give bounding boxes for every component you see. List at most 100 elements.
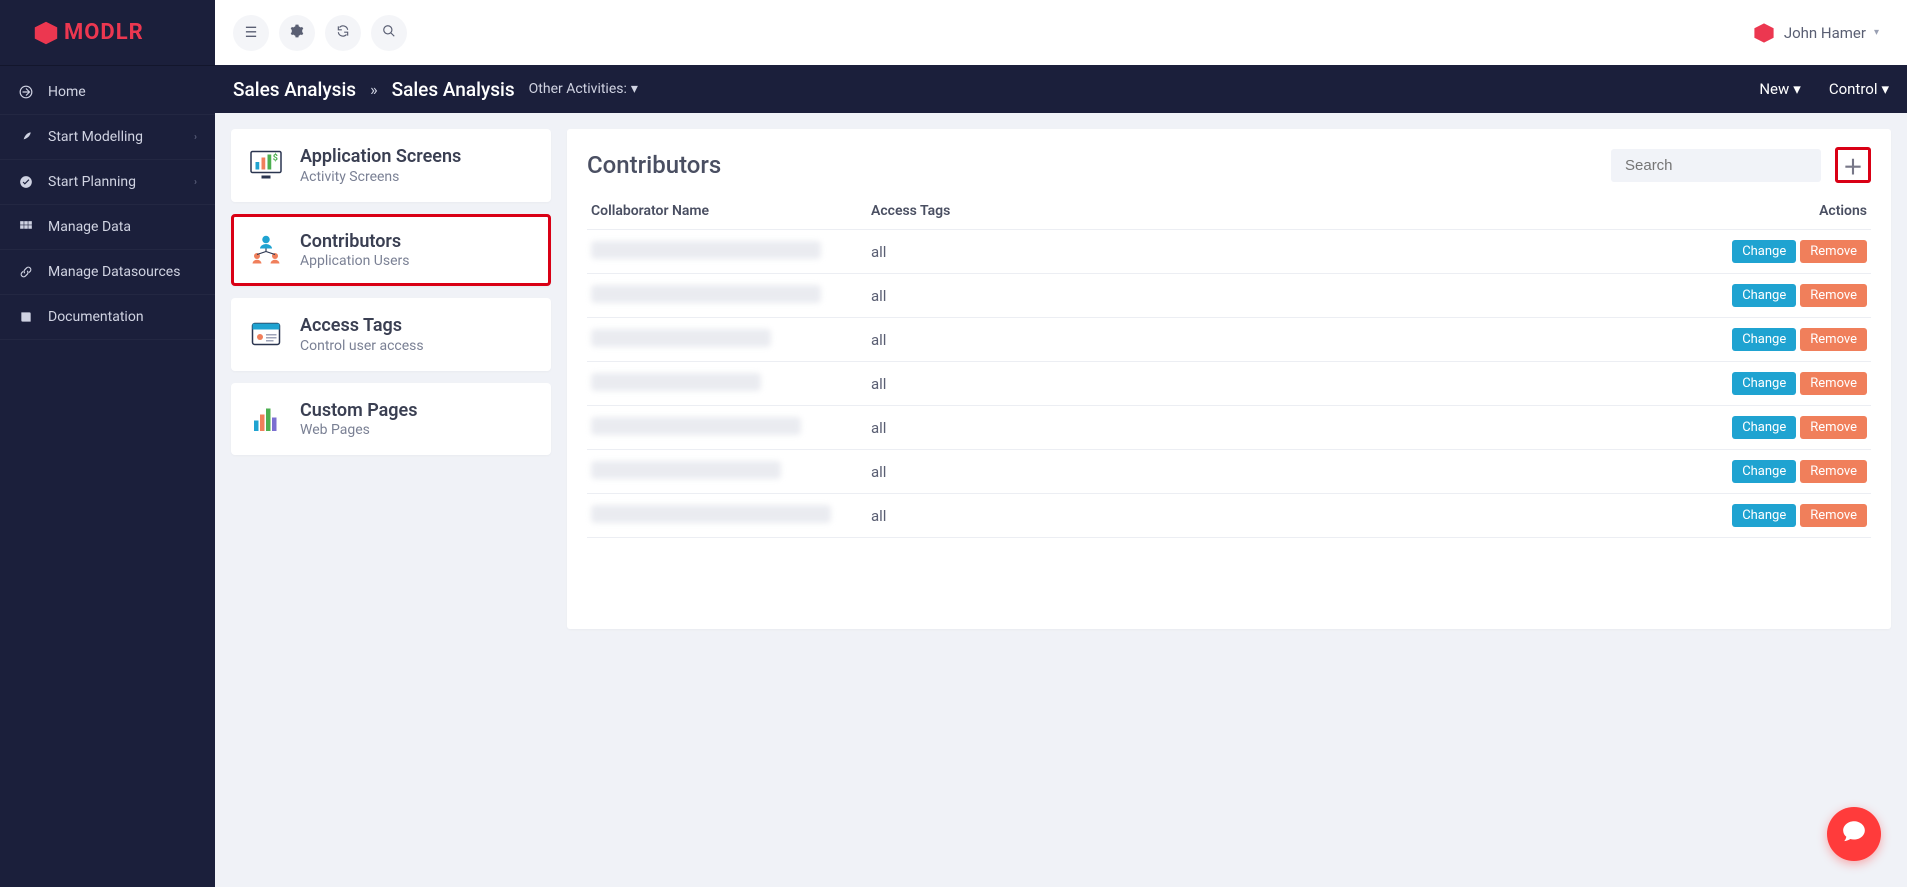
logo[interactable]: MODLR [0, 0, 215, 65]
col-header-actions: Actions [1711, 193, 1871, 230]
cell-actions: ChangeRemove [1711, 274, 1871, 318]
menu-toggle-button[interactable]: ☰ [233, 15, 269, 51]
cell-tags: all [867, 494, 1711, 538]
tabs-column: $ Application Screens Activity Screens C… [231, 129, 551, 455]
main-area: ☰ John Hamer ▾ Sales Analysis » Sales An… [215, 0, 1907, 887]
chat-icon [1841, 818, 1867, 850]
sidebar-item-manage-data[interactable]: Manage Data [0, 205, 215, 250]
table-row: allChangeRemove [587, 494, 1871, 538]
menu-icon: ☰ [245, 25, 258, 41]
table-row: allChangeRemove [587, 362, 1871, 406]
chat-fab[interactable] [1827, 807, 1881, 861]
gear-icon [290, 24, 304, 42]
new-dropdown[interactable]: New ▾ [1759, 80, 1800, 98]
cell-actions: ChangeRemove [1711, 230, 1871, 274]
cell-actions: ChangeRemove [1711, 450, 1871, 494]
cell-name [587, 450, 867, 494]
remove-button[interactable]: Remove [1800, 372, 1867, 395]
sidebar-item-documentation[interactable]: Documentation [0, 295, 215, 340]
breadcrumb-current: Sales Analysis [392, 78, 515, 101]
tab-subtitle: Activity Screens [300, 169, 461, 185]
tab-application-screens[interactable]: $ Application Screens Activity Screens [231, 129, 551, 202]
refresh-icon [336, 24, 350, 42]
remove-button[interactable]: Remove [1800, 328, 1867, 351]
change-button[interactable]: Change [1732, 372, 1796, 395]
arrow-out-icon [18, 84, 34, 100]
contributors-panel: Contributors ＋ Collaborator Name Access … [567, 129, 1891, 629]
caret-down-icon: ▾ [1793, 80, 1801, 98]
cell-name [587, 274, 867, 318]
check-circle-icon [18, 174, 34, 190]
settings-button[interactable] [279, 15, 315, 51]
cell-actions: ChangeRemove [1711, 494, 1871, 538]
cell-name [587, 318, 867, 362]
sidebar-item-label: Start Modelling [48, 129, 143, 145]
sidebar-item-start-modelling[interactable]: Start Modelling › [0, 115, 215, 160]
change-button[interactable]: Change [1732, 504, 1796, 527]
refresh-button[interactable] [325, 15, 361, 51]
tab-title: Contributors [300, 231, 409, 254]
change-button[interactable]: Change [1732, 240, 1796, 263]
cell-name [587, 406, 867, 450]
tab-subtitle: Application Users [300, 253, 409, 269]
sidebar-item-home[interactable]: Home [0, 70, 215, 115]
user-menu[interactable]: John Hamer ▾ [1752, 21, 1889, 45]
caret-down-icon: ▾ [631, 81, 638, 97]
change-button[interactable]: Change [1732, 328, 1796, 351]
svg-text:$: $ [273, 153, 278, 164]
table-row: allChangeRemove [587, 318, 1871, 362]
search-input[interactable] [1611, 149, 1821, 182]
id-badge-icon [248, 316, 284, 352]
table-row: allChangeRemove [587, 450, 1871, 494]
tab-contributors[interactable]: Contributors Application Users [231, 214, 551, 287]
sidebar-item-label: Manage Data [48, 219, 131, 235]
add-contributor-button[interactable]: ＋ [1835, 147, 1871, 183]
sidebar-nav: Home Start Modelling › Start Planning › … [0, 66, 215, 340]
tab-title: Custom Pages [300, 400, 418, 423]
caret-down-icon: ▾ [1874, 27, 1879, 38]
cell-tags: all [867, 274, 1711, 318]
tab-title: Application Screens [300, 146, 461, 169]
cell-actions: ChangeRemove [1711, 362, 1871, 406]
breadcrumb-bar: Sales Analysis » Sales Analysis Other Ac… [215, 65, 1907, 113]
control-dropdown[interactable]: Control ▾ [1829, 80, 1889, 98]
chevron-right-icon: › [194, 177, 197, 188]
tab-subtitle: Web Pages [300, 422, 418, 438]
search-button[interactable] [371, 15, 407, 51]
cell-tags: all [867, 450, 1711, 494]
chevron-right-icon: › [194, 132, 197, 143]
breadcrumb-separator: » [370, 80, 378, 99]
other-activities-dropdown[interactable]: Other Activities: ▾ [529, 81, 638, 97]
cell-tags: all [867, 406, 1711, 450]
tab-title: Access Tags [300, 315, 424, 338]
topbar: ☰ John Hamer ▾ [215, 0, 1907, 65]
cell-tags: all [867, 230, 1711, 274]
rocket-icon [18, 129, 34, 145]
brand-small-icon [1752, 21, 1776, 45]
sidebar-item-label: Documentation [48, 309, 144, 325]
sidebar-item-start-planning[interactable]: Start Planning › [0, 160, 215, 205]
change-button[interactable]: Change [1732, 460, 1796, 483]
sidebar-item-label: Manage Datasources [48, 264, 180, 280]
monitor-bars-icon: $ [248, 147, 284, 183]
breadcrumb-root[interactable]: Sales Analysis [233, 78, 356, 101]
tab-custom-pages[interactable]: Custom Pages Web Pages [231, 383, 551, 456]
content: $ Application Screens Activity Screens C… [215, 113, 1907, 887]
user-name: John Hamer [1784, 24, 1866, 42]
cell-name [587, 494, 867, 538]
caret-down-icon: ▾ [1881, 80, 1889, 98]
remove-button[interactable]: Remove [1800, 504, 1867, 527]
remove-button[interactable]: Remove [1800, 416, 1867, 439]
change-button[interactable]: Change [1732, 416, 1796, 439]
link-icon [18, 264, 34, 280]
col-header-tags: Access Tags [867, 193, 1711, 230]
remove-button[interactable]: Remove [1800, 460, 1867, 483]
sidebar-item-manage-datasources[interactable]: Manage Datasources [0, 250, 215, 295]
tab-access-tags[interactable]: Access Tags Control user access [231, 298, 551, 371]
col-header-name: Collaborator Name [587, 193, 867, 230]
remove-button[interactable]: Remove [1800, 284, 1867, 307]
cell-name [587, 362, 867, 406]
change-button[interactable]: Change [1732, 284, 1796, 307]
sidebar: MODLR Home Start Modelling › Start Plann… [0, 0, 215, 887]
remove-button[interactable]: Remove [1800, 240, 1867, 263]
